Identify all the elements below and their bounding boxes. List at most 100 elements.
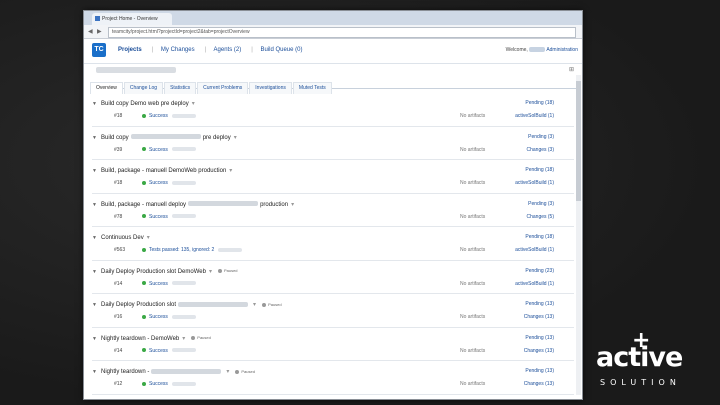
build-status[interactable]: Success xyxy=(142,348,196,354)
admin-link[interactable]: Administration xyxy=(546,47,578,53)
build-status-text[interactable]: Success xyxy=(149,348,168,354)
changes-link[interactable]: activeSolBuild (1) xyxy=(515,180,554,186)
scrollbar[interactable] xyxy=(576,75,581,395)
pending-link[interactable]: Pending (3) xyxy=(528,201,554,207)
build-status[interactable]: Success xyxy=(142,314,196,320)
changes-link[interactable]: Changes (13) xyxy=(524,314,554,320)
pending-link[interactable]: Pending (18) xyxy=(525,100,554,106)
pending-link[interactable]: Pending (3) xyxy=(528,134,554,140)
build-status[interactable]: Success xyxy=(142,281,196,287)
dropdown-arrow-icon[interactable]: ▾ xyxy=(253,302,256,308)
build-number[interactable]: #14 xyxy=(114,281,122,287)
build-status[interactable]: Success xyxy=(142,180,196,186)
changes-link[interactable]: Changes (5) xyxy=(526,214,554,220)
build-title[interactable]: ▼ Build copy pre deploy ▾ xyxy=(92,134,237,141)
pending-link[interactable]: Pending (13) xyxy=(525,301,554,307)
changes-link[interactable]: activeSolBuild (1) xyxy=(515,281,554,287)
pending-link[interactable]: Pending (23) xyxy=(525,268,554,274)
build-number[interactable]: #39 xyxy=(114,147,122,153)
dropdown-arrow-icon[interactable]: ▾ xyxy=(147,235,150,241)
dropdown-arrow-icon[interactable]: ▾ xyxy=(209,269,212,275)
build-number[interactable]: #78 xyxy=(114,214,122,220)
changes-link[interactable]: Changes (3) xyxy=(526,147,554,153)
url-field[interactable]: teamcity/project.html?projectId=project2… xyxy=(108,27,576,38)
nav-projects[interactable]: Projects xyxy=(118,47,142,53)
paused-badge: Paused xyxy=(217,268,238,273)
pending-link[interactable]: Pending (13) xyxy=(525,335,554,341)
build-name[interactable]: Nightly teardown - xyxy=(101,369,149,375)
pending-link[interactable]: Pending (18) xyxy=(525,167,554,173)
changes-link[interactable]: Changes (13) xyxy=(524,381,554,387)
build-number[interactable]: #563 xyxy=(114,247,125,253)
artifacts-label: No artifacts xyxy=(460,347,486,354)
build-status[interactable]: Tests passed: 135, ignored: 2 xyxy=(142,247,243,253)
forward-icon[interactable]: ▶ xyxy=(97,28,102,35)
build-status[interactable]: Success xyxy=(142,147,196,153)
build-name[interactable]: Daily Deploy Production slot DemoWeb xyxy=(101,269,206,275)
dropdown-arrow-icon[interactable]: ▾ xyxy=(192,101,195,107)
dropdown-arrow-icon[interactable]: ▾ xyxy=(229,168,232,174)
build-title[interactable]: ▼ Continuous Dev ▾ xyxy=(92,234,150,241)
dropdown-arrow-icon[interactable]: ▾ xyxy=(182,336,185,342)
collapse-chevron-icon[interactable]: ▼ xyxy=(92,101,98,107)
brand-sub-text: SOLUTION xyxy=(600,378,681,387)
build-name[interactable]: Nightly teardown - DemoWeb xyxy=(101,336,179,342)
username-blurred[interactable] xyxy=(529,47,546,53)
build-name-suffix[interactable]: pre deploy xyxy=(203,135,231,141)
build-name[interactable]: Daily Deploy Production slot xyxy=(101,302,176,308)
build-status-text[interactable]: Success xyxy=(149,214,168,220)
changes-link[interactable]: activeSolBuild (1) xyxy=(515,247,554,253)
scrollbar-thumb[interactable] xyxy=(576,81,581,201)
build-name[interactable]: Build, package - manuell DemoWeb product… xyxy=(101,168,226,174)
build-title[interactable]: ▼ Nightly teardown - ▾ Paused xyxy=(92,368,255,375)
collapse-chevron-icon[interactable]: ▼ xyxy=(92,369,98,375)
nav-agents[interactable]: Agents (2) xyxy=(214,47,242,53)
collapse-chevron-icon[interactable]: ▼ xyxy=(92,336,98,342)
teamcity-logo-icon[interactable]: TC xyxy=(92,43,106,57)
build-name[interactable]: Build copy Demo web pre deploy xyxy=(101,101,189,107)
build-status-text[interactable]: Success xyxy=(149,113,168,119)
collapse-chevron-icon[interactable]: ▼ xyxy=(92,302,98,308)
collapse-chevron-icon[interactable]: ▼ xyxy=(92,202,98,208)
build-number[interactable]: #14 xyxy=(114,348,122,354)
build-name-suffix[interactable]: production xyxy=(260,202,288,208)
build-title[interactable]: ▼ Build, package - manuell deploy producti… xyxy=(92,201,294,208)
build-title[interactable]: ▼ Build, package - manuell DemoWeb produc… xyxy=(92,167,232,174)
build-status[interactable]: Success xyxy=(142,214,196,220)
build-status[interactable]: Success xyxy=(142,381,196,387)
pending-link[interactable]: Pending (13) xyxy=(525,368,554,374)
pin-icon[interactable]: ⊞ xyxy=(569,66,574,73)
build-number[interactable]: #16 xyxy=(114,314,122,320)
build-number[interactable]: #18 xyxy=(114,180,122,186)
dropdown-arrow-icon[interactable]: ▾ xyxy=(226,369,229,375)
nav-my-changes[interactable]: My Changes xyxy=(161,47,195,53)
build-title[interactable]: ▼ Daily Deploy Production slot DemoWeb ▾ Pa… xyxy=(92,268,238,275)
build-name[interactable]: Continuous Dev xyxy=(101,235,144,241)
build-status-text[interactable]: Success xyxy=(149,381,168,387)
build-status-text[interactable]: Success xyxy=(149,180,168,186)
build-name[interactable]: Build copy xyxy=(101,135,129,141)
pending-link[interactable]: Pending (18) xyxy=(525,234,554,240)
collapse-chevron-icon[interactable]: ▼ xyxy=(92,168,98,174)
build-name[interactable]: Build, package - manuell deploy xyxy=(101,202,186,208)
dropdown-arrow-icon[interactable]: ▾ xyxy=(234,135,237,141)
changes-link[interactable]: Changes (13) xyxy=(524,348,554,354)
build-status-text[interactable]: Success xyxy=(149,314,168,320)
build-number[interactable]: #12 xyxy=(114,381,122,387)
collapse-chevron-icon[interactable]: ▼ xyxy=(92,235,98,241)
build-title[interactable]: ▼ Nightly teardown - DemoWeb ▾ Paused xyxy=(92,335,211,342)
build-title[interactable]: ▼ Build copy Demo web pre deploy ▾ xyxy=(92,100,195,107)
build-title[interactable]: ▼ Daily Deploy Production slot ▾ Paused xyxy=(92,301,282,308)
collapse-chevron-icon[interactable]: ▼ xyxy=(92,135,98,141)
build-status-text[interactable]: Tests passed: 135, ignored: 2 xyxy=(149,247,214,253)
browser-tab[interactable]: Project Home - Overview xyxy=(92,13,172,25)
build-number[interactable]: #18 xyxy=(114,113,122,119)
dropdown-arrow-icon[interactable]: ▾ xyxy=(291,202,294,208)
build-status[interactable]: Success xyxy=(142,113,196,119)
nav-build-queue[interactable]: Build Queue (0) xyxy=(260,47,302,53)
back-icon[interactable]: ◀ xyxy=(88,28,93,35)
build-status-text[interactable]: Success xyxy=(149,281,168,287)
changes-link[interactable]: activeSolBuild (1) xyxy=(515,113,554,119)
collapse-chevron-icon[interactable]: ▼ xyxy=(92,269,98,275)
build-status-text[interactable]: Success xyxy=(149,147,168,153)
